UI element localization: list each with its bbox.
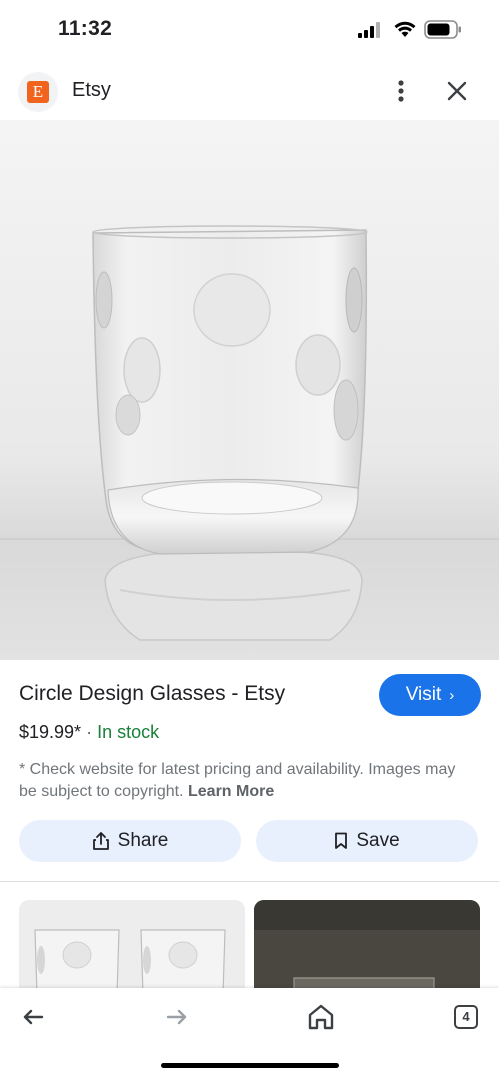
save-button[interactable]: Save [256, 820, 478, 862]
more-vert-icon[interactable] [386, 74, 416, 108]
back-arrow-icon[interactable] [16, 1000, 50, 1034]
drinking-glass-photo [0, 120, 499, 660]
share-icon [92, 832, 109, 850]
bookmark-icon [335, 832, 348, 849]
bottom-navigation: 4 [0, 988, 499, 1080]
site-logo: E [18, 72, 58, 112]
share-button[interactable]: Share [19, 820, 241, 862]
product-title[interactable]: Circle Design Glasses - Etsy [19, 682, 285, 706]
related-image[interactable] [254, 900, 480, 995]
separator: · [86, 722, 93, 742]
price: $19.99* [19, 722, 82, 742]
home-indicator[interactable] [161, 1063, 339, 1068]
status-bar: 11:32 [0, 0, 499, 60]
forward-arrow-icon[interactable] [160, 1000, 194, 1034]
learn-more-link[interactable]: Learn More [188, 783, 274, 800]
cellular-signal-icon [358, 22, 380, 38]
related-glass-dark-photo [254, 900, 480, 995]
save-label: Save [356, 830, 400, 851]
related-image[interactable] [19, 900, 245, 995]
disclaimer: * Check website for latest pricing and a… [19, 759, 469, 803]
wifi-icon [394, 21, 416, 37]
visit-button[interactable]: Visit › [379, 674, 481, 716]
divider [0, 881, 499, 882]
status-time: 11:32 [58, 17, 113, 40]
tab-count: 4 [454, 1005, 478, 1029]
home-icon[interactable] [304, 1000, 338, 1034]
site-header: E Etsy [0, 64, 499, 118]
battery-icon [424, 20, 461, 39]
close-icon[interactable] [440, 74, 474, 108]
site-name: Etsy [72, 79, 111, 101]
tabs-button[interactable]: 4 [449, 1000, 483, 1034]
share-label: Share [117, 830, 169, 851]
chevron-right-icon: › [449, 686, 455, 704]
related-glasses-photo [19, 900, 245, 995]
etsy-logo-icon: E [27, 81, 49, 103]
stock-status: In stock [97, 722, 160, 742]
visit-label: Visit [405, 684, 442, 705]
product-image[interactable] [0, 120, 499, 660]
price-row: $19.99* · In stock [19, 722, 159, 743]
